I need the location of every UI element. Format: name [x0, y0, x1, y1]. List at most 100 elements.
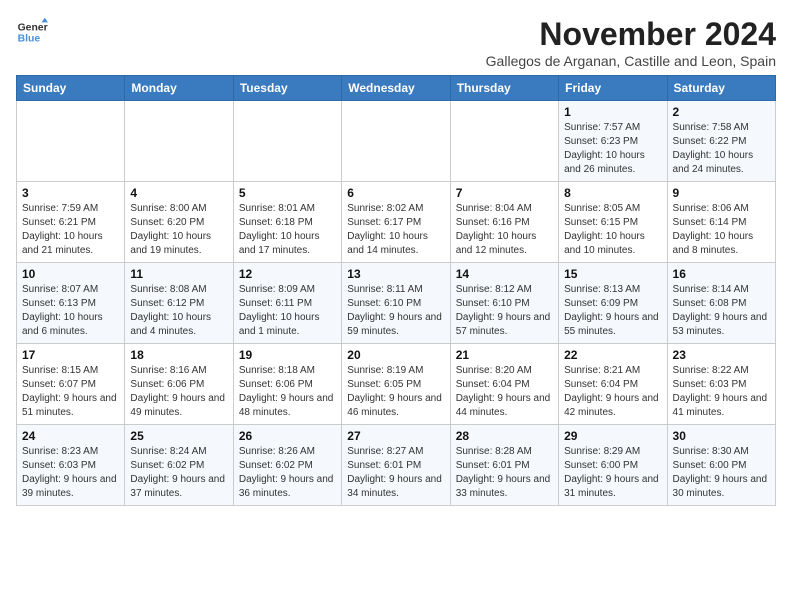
calendar-cell: 15 Sunrise: 8:13 AM Sunset: 6:09 PM Dayli… — [559, 263, 667, 344]
day-info: Sunrise: 8:26 AM Sunset: 6:02 PM Dayligh… — [239, 445, 336, 501]
day-info: Sunrise: 8:05 AM Sunset: 6:15 PM Dayligh… — [564, 202, 661, 258]
calendar-cell — [450, 101, 558, 182]
logo-icon: General Blue — [16, 16, 48, 48]
weekday-header: Tuesday — [233, 76, 341, 101]
calendar-cell — [233, 101, 341, 182]
calendar-week-row: 10Sunrise: 8:07 AM Sunset: 6:13 PM Dayli… — [17, 263, 776, 344]
day-number: 20 — [347, 348, 444, 362]
day-number: 10 — [22, 267, 119, 281]
calendar-cell: 3 Sunrise: 7:59 AM Sunset: 6:21 PM Daylig… — [17, 182, 125, 263]
title-area: November 2024 Gallegos de Arganan, Casti… — [486, 16, 776, 69]
weekday-header: Friday — [559, 76, 667, 101]
day-number: 19 — [239, 348, 336, 362]
day-info: Sunrise: 8:28 AM Sunset: 6:01 PM Dayligh… — [456, 445, 553, 501]
calendar-cell: 20 Sunrise: 8:19 AM Sunset: 6:05 PM Dayli… — [342, 344, 450, 425]
day-number: 17 — [22, 348, 119, 362]
day-number: 14 — [456, 267, 553, 281]
day-number: 18 — [130, 348, 227, 362]
calendar-cell: 17 Sunrise: 8:15 AM Sunset: 6:07 PM Dayli… — [17, 344, 125, 425]
day-info: Sunrise: 8:16 AM Sunset: 6:06 PM Dayligh… — [130, 364, 227, 420]
day-number: 15 — [564, 267, 661, 281]
day-number: 3 — [22, 186, 119, 200]
weekday-header: Wednesday — [342, 76, 450, 101]
weekday-header: Monday — [125, 76, 233, 101]
day-info: Sunrise: 7:59 AM Sunset: 6:21 PM Dayligh… — [22, 202, 119, 258]
calendar: SundayMondayTuesdayWednesdayThursdayFrid… — [16, 75, 776, 506]
calendar-cell: 26 Sunrise: 8:26 AM Sunset: 6:02 PM Dayli… — [233, 425, 341, 506]
day-info: Sunrise: 8:02 AM Sunset: 6:17 PM Dayligh… — [347, 202, 444, 258]
calendar-week-row: 3 Sunrise: 7:59 AM Sunset: 6:21 PM Daylig… — [17, 182, 776, 263]
calendar-week-row: 1Sunrise: 7:57 AM Sunset: 6:23 PM Daylig… — [17, 101, 776, 182]
weekday-header: Sunday — [17, 76, 125, 101]
calendar-cell: 9 Sunrise: 8:06 AM Sunset: 6:14 PM Daylig… — [667, 182, 775, 263]
day-number: 4 — [130, 186, 227, 200]
day-info: Sunrise: 8:24 AM Sunset: 6:02 PM Dayligh… — [130, 445, 227, 501]
calendar-cell: 30Sunrise: 8:30 AM Sunset: 6:00 PM Dayli… — [667, 425, 775, 506]
calendar-header-row: SundayMondayTuesdayWednesdayThursdayFrid… — [17, 76, 776, 101]
calendar-cell: 28 Sunrise: 8:28 AM Sunset: 6:01 PM Dayli… — [450, 425, 558, 506]
calendar-cell: 23 Sunrise: 8:22 AM Sunset: 6:03 PM Dayli… — [667, 344, 775, 425]
day-number: 24 — [22, 429, 119, 443]
day-number: 22 — [564, 348, 661, 362]
day-info: Sunrise: 8:21 AM Sunset: 6:04 PM Dayligh… — [564, 364, 661, 420]
logo: General Blue — [16, 16, 48, 48]
calendar-cell: 24 Sunrise: 8:23 AM Sunset: 6:03 PM Dayli… — [17, 425, 125, 506]
calendar-cell: 6Sunrise: 8:02 AM Sunset: 6:17 PM Daylig… — [342, 182, 450, 263]
day-number: 21 — [456, 348, 553, 362]
calendar-cell: 14 Sunrise: 8:12 AM Sunset: 6:10 PM Dayli… — [450, 263, 558, 344]
day-info: Sunrise: 7:58 AM Sunset: 6:22 PM Dayligh… — [673, 121, 770, 177]
calendar-cell: 11Sunrise: 8:08 AM Sunset: 6:12 PM Dayli… — [125, 263, 233, 344]
day-number: 12 — [239, 267, 336, 281]
calendar-cell: 1Sunrise: 7:57 AM Sunset: 6:23 PM Daylig… — [559, 101, 667, 182]
day-info: Sunrise: 8:11 AM Sunset: 6:10 PM Dayligh… — [347, 283, 444, 339]
day-info: Sunrise: 8:04 AM Sunset: 6:16 PM Dayligh… — [456, 202, 553, 258]
day-info: Sunrise: 8:19 AM Sunset: 6:05 PM Dayligh… — [347, 364, 444, 420]
calendar-cell: 18 Sunrise: 8:16 AM Sunset: 6:06 PM Dayli… — [125, 344, 233, 425]
day-info: Sunrise: 8:27 AM Sunset: 6:01 PM Dayligh… — [347, 445, 444, 501]
calendar-cell: 13 Sunrise: 8:11 AM Sunset: 6:10 PM Dayli… — [342, 263, 450, 344]
day-number: 8 — [564, 186, 661, 200]
header: General Blue November 2024 Gallegos de A… — [16, 16, 776, 69]
day-number: 27 — [347, 429, 444, 443]
svg-text:General: General — [18, 22, 48, 33]
day-info: Sunrise: 8:22 AM Sunset: 6:03 PM Dayligh… — [673, 364, 770, 420]
day-info: Sunrise: 8:15 AM Sunset: 6:07 PM Dayligh… — [22, 364, 119, 420]
day-number: 13 — [347, 267, 444, 281]
calendar-cell: 12 Sunrise: 8:09 AM Sunset: 6:11 PM Dayli… — [233, 263, 341, 344]
day-info: Sunrise: 8:09 AM Sunset: 6:11 PM Dayligh… — [239, 283, 336, 339]
weekday-header: Saturday — [667, 76, 775, 101]
day-info: Sunrise: 8:06 AM Sunset: 6:14 PM Dayligh… — [673, 202, 770, 258]
location: Gallegos de Arganan, Castille and Leon, … — [486, 53, 776, 69]
calendar-cell: 10Sunrise: 8:07 AM Sunset: 6:13 PM Dayli… — [17, 263, 125, 344]
day-info: Sunrise: 8:13 AM Sunset: 6:09 PM Dayligh… — [564, 283, 661, 339]
day-number: 7 — [456, 186, 553, 200]
day-number: 2 — [673, 105, 770, 119]
calendar-cell: 2 Sunrise: 7:58 AM Sunset: 6:22 PM Daylig… — [667, 101, 775, 182]
calendar-cell: 19 Sunrise: 8:18 AM Sunset: 6:06 PM Dayli… — [233, 344, 341, 425]
weekday-header: Thursday — [450, 76, 558, 101]
calendar-body: 1Sunrise: 7:57 AM Sunset: 6:23 PM Daylig… — [17, 101, 776, 506]
calendar-cell: 22 Sunrise: 8:21 AM Sunset: 6:04 PM Dayli… — [559, 344, 667, 425]
day-info: Sunrise: 8:20 AM Sunset: 6:04 PM Dayligh… — [456, 364, 553, 420]
calendar-week-row: 17 Sunrise: 8:15 AM Sunset: 6:07 PM Dayli… — [17, 344, 776, 425]
day-number: 5 — [239, 186, 336, 200]
calendar-week-row: 24 Sunrise: 8:23 AM Sunset: 6:03 PM Dayli… — [17, 425, 776, 506]
day-info: Sunrise: 8:23 AM Sunset: 6:03 PM Dayligh… — [22, 445, 119, 501]
day-number: 9 — [673, 186, 770, 200]
svg-text:Blue: Blue — [18, 34, 41, 45]
day-info: Sunrise: 7:57 AM Sunset: 6:23 PM Dayligh… — [564, 121, 661, 177]
calendar-cell: 8 Sunrise: 8:05 AM Sunset: 6:15 PM Daylig… — [559, 182, 667, 263]
day-info: Sunrise: 8:18 AM Sunset: 6:06 PM Dayligh… — [239, 364, 336, 420]
day-number: 16 — [673, 267, 770, 281]
day-number: 28 — [456, 429, 553, 443]
day-info: Sunrise: 8:30 AM Sunset: 6:00 PM Dayligh… — [673, 445, 770, 501]
calendar-cell — [17, 101, 125, 182]
day-info: Sunrise: 8:29 AM Sunset: 6:00 PM Dayligh… — [564, 445, 661, 501]
day-number: 23 — [673, 348, 770, 362]
day-info: Sunrise: 8:12 AM Sunset: 6:10 PM Dayligh… — [456, 283, 553, 339]
day-info: Sunrise: 8:00 AM Sunset: 6:20 PM Dayligh… — [130, 202, 227, 258]
calendar-cell: 29Sunrise: 8:29 AM Sunset: 6:00 PM Dayli… — [559, 425, 667, 506]
day-info: Sunrise: 8:08 AM Sunset: 6:12 PM Dayligh… — [130, 283, 227, 339]
month-year: November 2024 — [486, 16, 776, 53]
day-number: 26 — [239, 429, 336, 443]
